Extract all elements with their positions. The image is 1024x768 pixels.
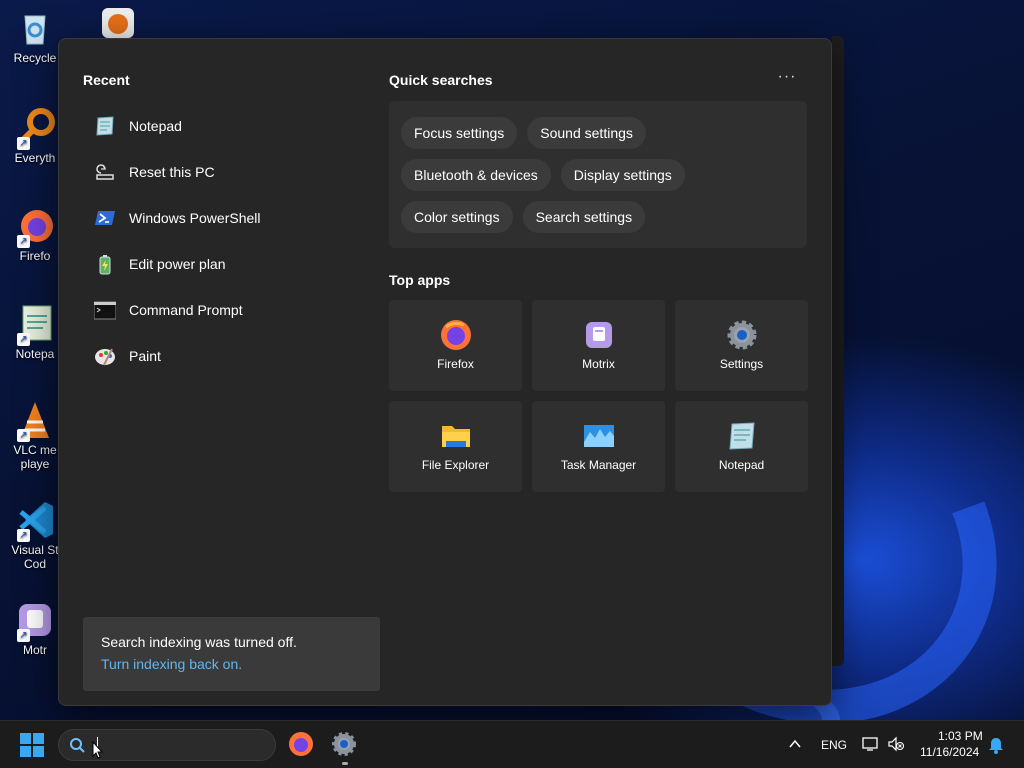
shortcut-arrow-icon: ↗ bbox=[17, 529, 30, 542]
recent-item-label: Edit power plan bbox=[129, 256, 226, 272]
recent-item-label: Command Prompt bbox=[129, 302, 243, 318]
firefox-icon bbox=[440, 319, 472, 351]
app-tile-label: File Explorer bbox=[421, 458, 490, 472]
notepad-icon: ↗ bbox=[15, 304, 55, 346]
recent-title: Recent bbox=[83, 72, 130, 88]
folder-icon bbox=[440, 420, 472, 452]
motrix-icon bbox=[583, 319, 615, 351]
firefox-icon bbox=[288, 732, 314, 761]
gear-icon bbox=[331, 732, 357, 761]
app-tile-label: Notepad bbox=[718, 458, 765, 472]
app-tile-label: Firefox bbox=[437, 357, 474, 371]
recent-item-label: Paint bbox=[129, 348, 161, 364]
chevron-up-icon bbox=[789, 739, 801, 748]
window-behind-edge bbox=[832, 36, 844, 666]
cmd-icon bbox=[93, 298, 117, 322]
recent-item-notepad[interactable]: Notepad bbox=[91, 103, 361, 149]
volume-muted-icon[interactable] bbox=[887, 736, 905, 752]
recent-item-paint[interactable]: Paint bbox=[91, 333, 361, 379]
desktop-icon-app[interactable] bbox=[96, 8, 140, 41]
app-icon bbox=[100, 8, 136, 38]
app-tile-file-explorer[interactable]: File Explorer bbox=[389, 401, 522, 492]
windows-logo-icon bbox=[33, 733, 44, 744]
taskbar: ENG 1:03 PM 11/16/2024 bbox=[0, 720, 1024, 768]
battery-icon bbox=[93, 252, 117, 276]
vscode-icon: ↗ bbox=[15, 500, 55, 542]
search-icon bbox=[69, 737, 85, 753]
recent-item-label: Windows PowerShell bbox=[129, 210, 261, 226]
chip-search-settings[interactable]: Search settings bbox=[522, 201, 646, 233]
shortcut-arrow-icon: ↗ bbox=[17, 429, 30, 442]
recent-item-reset-pc[interactable]: Reset this PC bbox=[91, 149, 361, 195]
mouse-cursor-icon bbox=[92, 740, 104, 759]
notepad-icon bbox=[726, 420, 758, 452]
recent-item-command-prompt[interactable]: Command Prompt bbox=[91, 287, 361, 333]
recent-list: Notepad Reset this PC Windows PowerShell… bbox=[91, 103, 361, 379]
turn-indexing-on-link[interactable]: Turn indexing back on. bbox=[101, 656, 362, 672]
app-tile-label: Settings bbox=[719, 357, 764, 371]
app-tile-settings[interactable]: Settings bbox=[675, 300, 808, 391]
shortcut-arrow-icon: ↗ bbox=[17, 333, 30, 346]
powershell-icon bbox=[93, 206, 117, 230]
notepad-icon bbox=[93, 114, 117, 138]
paint-icon bbox=[93, 344, 117, 368]
chip-sound-settings[interactable]: Sound settings bbox=[527, 117, 646, 149]
app-tile-task-manager[interactable]: Task Manager bbox=[532, 401, 665, 492]
recent-item-powershell[interactable]: Windows PowerShell bbox=[91, 195, 361, 241]
windows-logo-icon bbox=[20, 746, 31, 757]
more-options-button[interactable]: ··· bbox=[775, 67, 799, 91]
search-panel: Recent Notepad Reset this PC Windows Pow… bbox=[58, 38, 832, 706]
notification-bell-icon[interactable] bbox=[988, 736, 1004, 754]
top-apps-title: Top apps bbox=[389, 272, 451, 288]
network-icon[interactable] bbox=[862, 736, 880, 752]
windows-logo-icon bbox=[33, 746, 44, 757]
clock-time[interactable]: 1:03 PM bbox=[938, 729, 983, 743]
quick-searches-box: Focus settings Sound settings Bluetooth … bbox=[389, 101, 807, 248]
start-button[interactable] bbox=[20, 733, 44, 757]
recent-item-edit-power-plan[interactable]: Edit power plan bbox=[91, 241, 361, 287]
app-tile-label: Task Manager bbox=[560, 458, 637, 472]
show-hidden-icons-button[interactable] bbox=[788, 737, 802, 751]
app-tile-motrix[interactable]: Motrix bbox=[532, 300, 665, 391]
shortcut-arrow-icon: ↗ bbox=[17, 629, 30, 642]
windows-logo-icon bbox=[20, 733, 31, 744]
quick-searches-title: Quick searches bbox=[389, 72, 493, 88]
recent-item-label: Reset this PC bbox=[129, 164, 215, 180]
shortcut-arrow-icon: ↗ bbox=[17, 137, 30, 150]
vlc-icon: ↗ bbox=[15, 400, 55, 442]
everything-search-icon: ↗ bbox=[15, 108, 55, 150]
taskbar-search-input[interactable] bbox=[58, 729, 276, 761]
running-indicator bbox=[342, 762, 348, 765]
shortcut-arrow-icon: ↗ bbox=[17, 235, 30, 248]
indexing-notice: Search indexing was turned off. Turn ind… bbox=[83, 617, 380, 691]
recent-item-label: Notepad bbox=[129, 118, 182, 134]
task-manager-icon bbox=[583, 420, 615, 452]
gear-icon bbox=[726, 319, 758, 351]
firefox-icon: ↗ bbox=[15, 206, 55, 248]
chip-focus-settings[interactable]: Focus settings bbox=[401, 117, 518, 149]
clock-date[interactable]: 11/16/2024 bbox=[920, 745, 979, 759]
indexing-notice-text: Search indexing was turned off. bbox=[101, 634, 297, 650]
motrix-icon: ↗ bbox=[15, 600, 55, 642]
app-tile-firefox[interactable]: Firefox bbox=[389, 300, 522, 391]
app-tile-notepad[interactable]: Notepad bbox=[675, 401, 808, 492]
app-tile-label: Motrix bbox=[582, 357, 615, 371]
language-indicator[interactable]: ENG bbox=[821, 738, 847, 752]
chip-bluetooth-devices[interactable]: Bluetooth & devices bbox=[401, 159, 551, 191]
taskbar-firefox[interactable] bbox=[288, 731, 316, 759]
chip-display-settings[interactable]: Display settings bbox=[560, 159, 685, 191]
top-apps-grid: Firefox Motrix Settings File Explorer Ta… bbox=[389, 300, 808, 492]
recycle-bin-icon bbox=[15, 8, 55, 48]
taskbar-settings[interactable] bbox=[331, 731, 359, 759]
chip-color-settings[interactable]: Color settings bbox=[401, 201, 513, 233]
reset-pc-icon bbox=[93, 160, 117, 184]
